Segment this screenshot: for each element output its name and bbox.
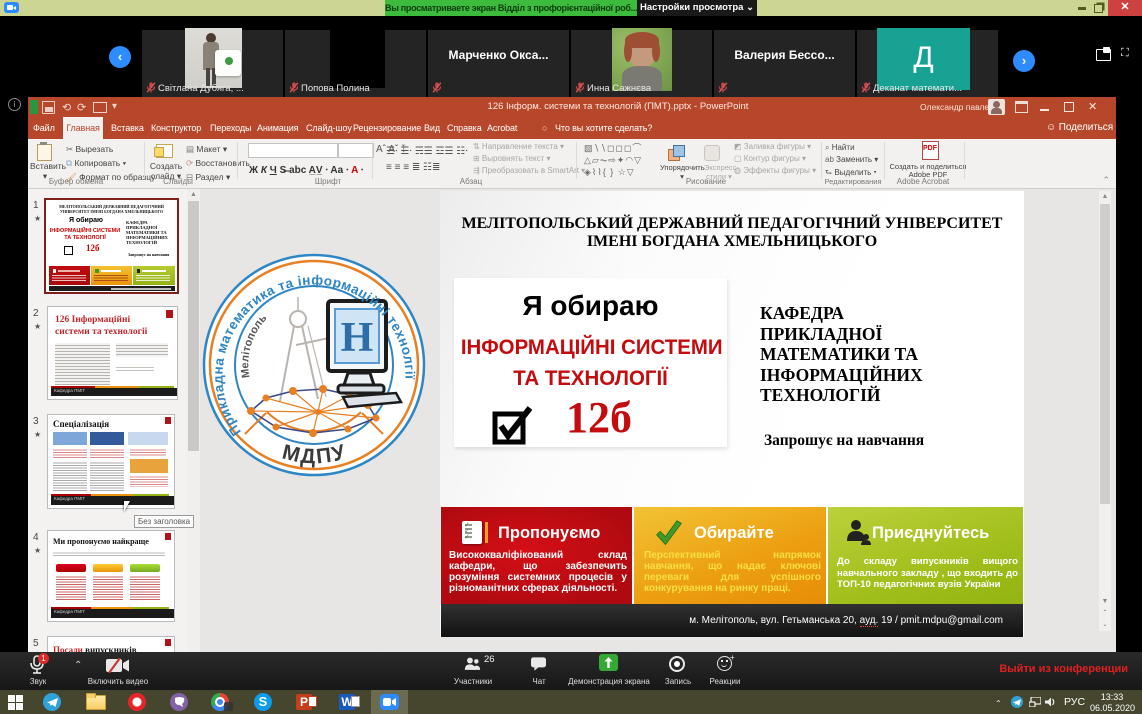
svg-text:Н: Н bbox=[341, 315, 374, 361]
